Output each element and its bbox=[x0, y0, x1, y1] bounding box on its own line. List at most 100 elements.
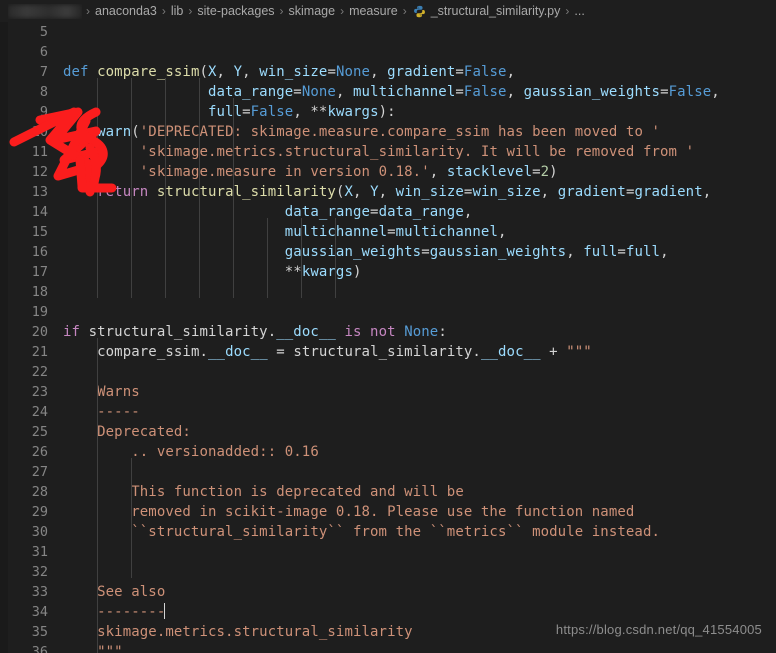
code-line[interactable]: 32 bbox=[0, 562, 776, 582]
code-line[interactable]: 7 def compare_ssim(X, Y, win_size=None, g… bbox=[0, 62, 776, 82]
code-line[interactable]: 34 -------- bbox=[0, 602, 776, 622]
code-token: win_size bbox=[395, 184, 464, 200]
code-token: = bbox=[327, 64, 336, 80]
code-line[interactable]: 8 data_range=None, multichannel=False, g… bbox=[0, 82, 776, 102]
code-line[interactable]: 6 bbox=[0, 42, 776, 62]
code-line-text: data_range=None, multichannel=False, gau… bbox=[63, 82, 720, 102]
code-line[interactable]: 19 bbox=[0, 302, 776, 322]
code-line[interactable]: 29 removed in scikit-image 0.18. Please … bbox=[0, 502, 776, 522]
code-token: = bbox=[532, 164, 541, 180]
code-token: ) bbox=[549, 164, 558, 180]
code-line-text: compare_ssim.__doc__ = structural_simila… bbox=[63, 342, 592, 362]
code-line-text: 'skimage.metrics.structural_similarity. … bbox=[63, 142, 694, 162]
code-token: return bbox=[97, 184, 149, 200]
code-token: ): bbox=[378, 104, 396, 120]
code-line[interactable]: 20 if structural_similarity.__doc__ is no… bbox=[0, 322, 776, 342]
code-token: Y bbox=[370, 184, 379, 200]
code-token: data_range bbox=[378, 204, 464, 220]
code-line[interactable]: 5 bbox=[0, 22, 776, 42]
code-line[interactable]: 22 bbox=[0, 362, 776, 382]
code-token: False bbox=[250, 104, 294, 120]
code-line[interactable]: 16 gaussian_weights=gaussian_weights, fu… bbox=[0, 242, 776, 262]
code-token: gaussian_weights bbox=[429, 244, 567, 260]
code-token: ) bbox=[353, 264, 362, 280]
code-token: gradient bbox=[557, 184, 626, 200]
code-token: multichannel bbox=[353, 84, 456, 100]
code-token: None bbox=[404, 324, 439, 340]
code-line-text: if structural_similarity.__doc__ is not … bbox=[63, 322, 447, 342]
code-token: ----- bbox=[63, 404, 140, 420]
editor-left-edge bbox=[0, 22, 8, 653]
code-line[interactable]: 33 See also bbox=[0, 582, 776, 602]
code-token: full bbox=[625, 244, 661, 260]
code-token: , bbox=[353, 184, 371, 200]
code-line-text: warn('DEPRECATED: skimage.measure.compar… bbox=[63, 122, 660, 142]
code-token: 'skimage.measure in version 0.18.' bbox=[139, 164, 430, 180]
code-token: False bbox=[463, 84, 507, 100]
code-token: win_size bbox=[259, 64, 328, 80]
breadcrumb-item-anaconda3[interactable]: anaconda3 bbox=[94, 4, 158, 18]
code-line[interactable]: 21 compare_ssim.__doc__ = structural_sim… bbox=[0, 342, 776, 362]
breadcrumb-separator: › bbox=[565, 4, 570, 18]
code-token: , bbox=[293, 104, 311, 120]
code-token: gradient bbox=[634, 184, 703, 200]
code-token: None bbox=[301, 84, 336, 100]
code-token: See also bbox=[63, 584, 166, 600]
code-line[interactable]: 14 data_range=data_range, bbox=[0, 202, 776, 222]
code-token: data_range bbox=[284, 204, 371, 220]
code-line[interactable]: 36 """ bbox=[0, 642, 776, 653]
code-token: structural_similarity bbox=[88, 324, 268, 340]
code-editor[interactable]: 5 6 7 def compare_ssim(X, Y, win_size=None,… bbox=[0, 22, 776, 653]
code-line[interactable]: 13 return structural_similarity(X, Y, wi… bbox=[0, 182, 776, 202]
code-line[interactable]: 31 bbox=[0, 542, 776, 562]
code-line[interactable]: 18 bbox=[0, 282, 776, 302]
breadcrumb-item-file[interactable]: _structural_similarity.py bbox=[430, 4, 562, 18]
code-token: ( bbox=[199, 64, 209, 80]
code-token: stacklevel bbox=[446, 164, 533, 180]
code-line[interactable]: 30 ``structural_similarity`` from the ``… bbox=[0, 522, 776, 542]
code-token: gradient bbox=[387, 64, 456, 80]
code-line[interactable]: 25 Deprecated: bbox=[0, 422, 776, 442]
code-line[interactable]: 17 **kwargs) bbox=[0, 262, 776, 282]
code-line[interactable]: 24 ----- bbox=[0, 402, 776, 422]
code-line-text: def compare_ssim(X, Y, win_size=None, gr… bbox=[63, 62, 515, 82]
code-line-text: data_range=data_range, bbox=[63, 202, 473, 222]
breadcrumb-separator: › bbox=[340, 4, 345, 18]
breadcrumb[interactable]: › anaconda3 › lib › site-packages › skim… bbox=[0, 0, 776, 22]
code-line[interactable]: 15 multichannel=multichannel, bbox=[0, 222, 776, 242]
code-line[interactable]: 10 warn('DEPRECATED: skimage.measure.com… bbox=[0, 122, 776, 142]
code-line[interactable]: 9 full=False, **kwargs): bbox=[0, 102, 776, 122]
code-token: = bbox=[660, 84, 669, 100]
code-token: full bbox=[583, 244, 618, 260]
code-token: """ bbox=[63, 644, 123, 653]
breadcrumb-item-site-packages[interactable]: site-packages bbox=[196, 4, 275, 18]
breadcrumb-item-symbol-overflow[interactable]: ... bbox=[573, 4, 585, 18]
breadcrumb-item-lib[interactable]: lib bbox=[170, 4, 185, 18]
code-line-text: 'skimage.measure in version 0.18.', stac… bbox=[63, 162, 558, 182]
code-token: , bbox=[506, 84, 524, 100]
code-token: , bbox=[540, 184, 558, 200]
code-token: , bbox=[498, 224, 507, 240]
breadcrumb-item-skimage[interactable]: skimage bbox=[288, 4, 337, 18]
code-token: gaussian_weights bbox=[284, 244, 422, 260]
breadcrumb-item-redacted[interactable] bbox=[8, 4, 82, 19]
code-token: , bbox=[506, 64, 516, 80]
code-line[interactable]: 12 'skimage.measure in version 0.18.', s… bbox=[0, 162, 776, 182]
code-line[interactable]: 11 'skimage.metrics.structural_similarit… bbox=[0, 142, 776, 162]
code-line-text: removed in scikit-image 0.18. Please use… bbox=[63, 502, 634, 522]
code-token: structural_similarity bbox=[156, 184, 336, 200]
breadcrumb-item-measure[interactable]: measure bbox=[348, 4, 399, 18]
code-line[interactable]: 26 .. versionadded:: 0.16 bbox=[0, 442, 776, 462]
code-token: 'skimage.metrics.structural_similarity. … bbox=[139, 144, 695, 160]
code-line-text: **kwargs) bbox=[63, 262, 362, 282]
code-token: __doc__ bbox=[276, 324, 336, 340]
code-line[interactable]: 28 This function is deprecated and will … bbox=[0, 482, 776, 502]
code-line[interactable]: 23 Warns bbox=[0, 382, 776, 402]
code-line[interactable]: 27 bbox=[0, 462, 776, 482]
code-token: kwargs bbox=[301, 264, 353, 280]
